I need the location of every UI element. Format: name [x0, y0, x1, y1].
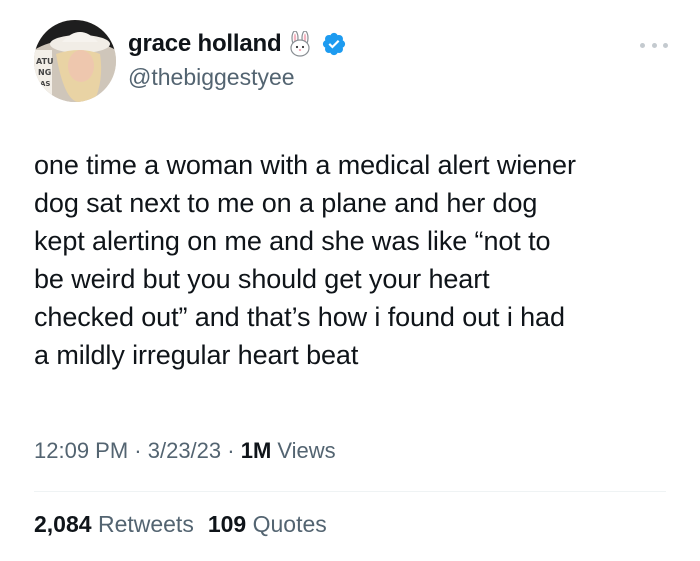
retweets-count: 2,084 — [34, 511, 92, 537]
tweet-text-line: be weird but you should get your heart — [34, 264, 490, 294]
views-count: 1M — [240, 438, 272, 463]
tweet-text-line: checked out” and that’s how i found out … — [34, 302, 565, 332]
svg-text:ATU: ATU — [36, 57, 54, 66]
avatar-image: ATU NG AS — [34, 20, 116, 102]
tweet-time[interactable]: 12:09 PM — [34, 438, 128, 463]
tweet-text-line: kept alerting on me and she was like “no… — [34, 226, 551, 256]
avatar[interactable]: ATU NG AS — [34, 20, 116, 102]
more-dot — [651, 42, 657, 48]
verified-badge-icon[interactable] — [321, 31, 347, 57]
author-handle[interactable]: @thebiggestyee — [128, 64, 295, 91]
quotes-stat[interactable]: 109 Quotes — [208, 511, 327, 537]
svg-text:NG: NG — [38, 68, 51, 77]
quotes-count: 109 — [207, 511, 247, 537]
tweet-text: one time a woman with a medical alert wi… — [34, 146, 674, 374]
tweet-meta: 12:09 PM · 3/23/23 · 1M Views — [34, 438, 336, 464]
more-options-icon[interactable] — [640, 36, 668, 54]
quotes-label: Quotes — [246, 511, 327, 537]
meta-separator: · — [128, 438, 148, 463]
engagement-stats: 2,084 Retweets 109 Quotes — [34, 511, 327, 538]
author-name-row[interactable]: grace holland — [128, 28, 347, 60]
more-dot — [640, 42, 645, 48]
more-dot — [663, 42, 668, 48]
tweet-text-line: one time a woman with a medical alert wi… — [34, 150, 576, 180]
retweets-stat[interactable]: 2,084 Retweets — [34, 511, 194, 537]
author-display-name[interactable]: grace holland — [128, 30, 282, 58]
views-label: Views — [271, 438, 336, 463]
tweet-card: ATU NG AS grace holland @thebiggestyee o… — [0, 0, 700, 561]
retweets-label: Retweets — [91, 511, 194, 537]
tweet-date[interactable]: 3/23/23 — [148, 438, 221, 463]
rabbit-face-icon — [287, 30, 313, 57]
meta-separator: · — [221, 438, 241, 463]
svg-text:AS: AS — [40, 80, 50, 88]
tweet-text-line: dog sat next to me on a plane and her do… — [34, 188, 538, 218]
divider — [34, 491, 666, 492]
tweet-text-line: a mildly irregular heart beat — [34, 340, 359, 370]
